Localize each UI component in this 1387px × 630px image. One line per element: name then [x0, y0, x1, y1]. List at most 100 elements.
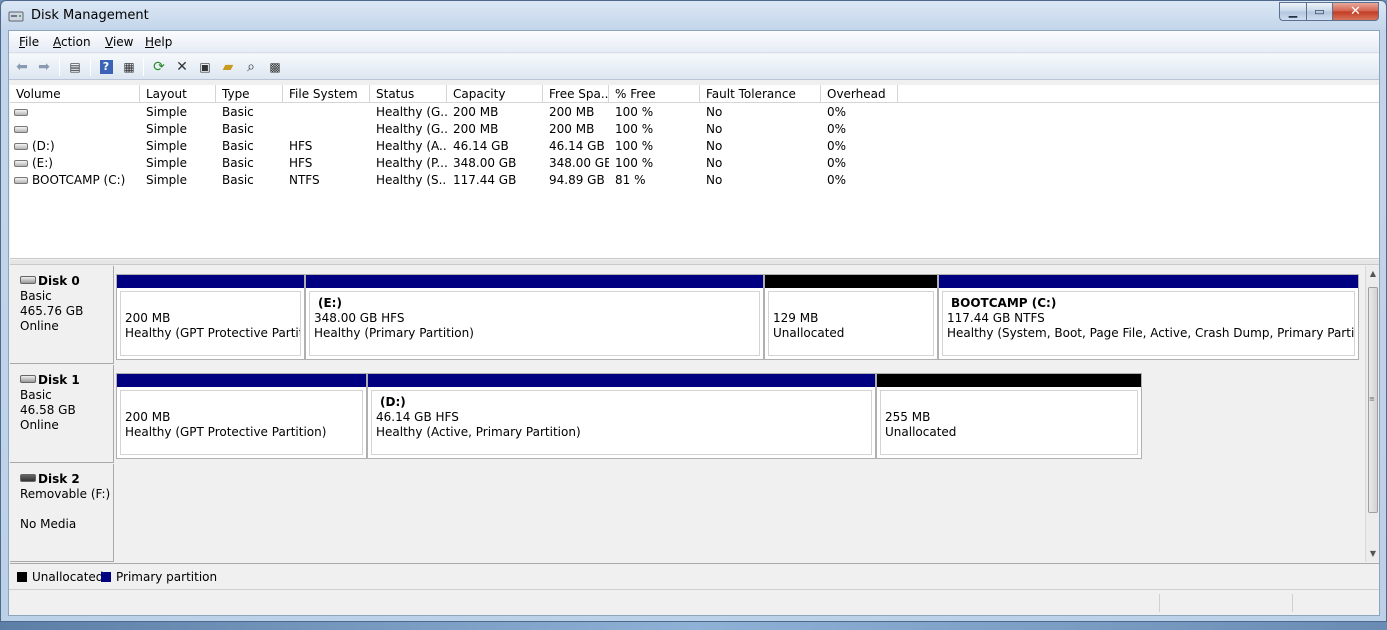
volume-cell: No — [706, 122, 723, 136]
disk-label[interactable]: Disk 0 Basic 465.76 GB Online — [10, 266, 114, 364]
volume-cell: Basic — [222, 122, 254, 136]
back-button[interactable]: ⬅ — [13, 58, 31, 76]
column-header[interactable]: Type — [216, 85, 283, 103]
partition-details: 129 MB Unallocated — [768, 291, 934, 356]
partition-color-bar — [306, 275, 763, 288]
partition-status: Healthy (Active, Primary Partition) — [376, 425, 581, 439]
menu-action[interactable]: Action — [53, 35, 91, 49]
partition-size: 200 MB — [125, 410, 171, 424]
pane-splitter[interactable] — [10, 260, 1379, 265]
volume-cell: 200 MB — [549, 105, 595, 119]
status-bar — [9, 589, 1379, 615]
partition-spacer — [773, 296, 933, 306]
disk-size — [20, 502, 113, 517]
disk-icon — [20, 375, 36, 383]
volume-row[interactable]: (E:) Simple Basic HFS Healthy (P... 348.00 GB… — [10, 155, 1379, 172]
volume-row[interactable]: (D:) Simple Basic HFS Healthy (A... 46.14 GB 4… — [10, 138, 1379, 155]
volume-icon — [14, 177, 28, 184]
column-header[interactable]: Layout — [140, 85, 216, 103]
volume-name-cell: (D:) — [10, 138, 140, 155]
volume-icon — [14, 126, 28, 133]
status-divider — [1159, 594, 1160, 612]
volume-row[interactable]: Simple Basic Healthy (G... 200 MB 200 MB 100 … — [10, 104, 1379, 121]
volume-list[interactable]: Volume Layout Type File System Status Capacit… — [10, 85, 1379, 259]
delete-button[interactable]: ✕ — [173, 58, 191, 76]
column-header[interactable]: Overhead — [821, 85, 898, 103]
disk-label[interactable]: Disk 1 Basic 46.58 GB Online — [10, 365, 114, 463]
help-button[interactable]: ? — [97, 58, 115, 76]
minimize-button[interactable]: ▁ — [1279, 2, 1306, 21]
volume-cell: 0% — [827, 122, 847, 136]
disk-size: 465.76 GB — [20, 304, 84, 318]
title-bar[interactable]: Disk Management ▁ ▭ ✕ — [1, 1, 1386, 31]
toolbar-separator — [59, 58, 60, 76]
disk-type: Basic — [20, 388, 52, 402]
window-title: Disk Management — [31, 8, 149, 23]
volume-cell: 100 % — [615, 156, 654, 170]
volume-cell: Simple — [146, 156, 187, 170]
volume-name: (E:) — [32, 156, 53, 170]
volume-row[interactable]: Simple Basic Healthy (G... 200 MB 200 MB 100 … — [10, 121, 1379, 138]
disk-type: Basic — [20, 289, 52, 303]
partition-block[interactable]: BOOTCAMP (C:) 117.44 GB NTFS Healthy (Syst… — [938, 274, 1359, 360]
column-header[interactable]: Capacity — [447, 85, 543, 103]
partition-details: 200 MB Healthy (GPT Protective Partition) — [120, 390, 363, 455]
partition-name: BOOTCAMP (C:) — [951, 296, 1057, 310]
volume-cell: Healthy (G... — [376, 122, 447, 136]
action-pane-button[interactable]: ▦ — [120, 58, 138, 76]
disk-row: Disk 0 Basic 465.76 GB Online 200 MB Healthy … — [10, 266, 1365, 364]
unallocated-region[interactable]: 129 MB Unallocated — [764, 274, 938, 360]
column-header[interactable]: Free Spa... — [543, 85, 609, 103]
partition-block[interactable]: 200 MBHealthy (GPT Protective Partition — [116, 274, 305, 360]
disk-icon — [20, 276, 36, 284]
column-header[interactable]: Status — [370, 85, 447, 103]
disk-properties-button[interactable]: ▩ — [266, 58, 284, 76]
partition-block[interactable]: (E:) 348.00 GB HFS Healthy (Primary Partit… — [305, 274, 764, 360]
toolbar-separator — [143, 58, 144, 76]
volume-cell: 94.89 GB — [549, 173, 605, 187]
maximize-button[interactable]: ▭ — [1306, 2, 1332, 21]
close-button[interactable]: ✕ — [1332, 2, 1379, 21]
forward-button[interactable]: ➡ — [35, 58, 53, 76]
rescan-disks-icon: ⌕ — [247, 59, 255, 75]
partition-details: 255 MB Unallocated — [880, 390, 1138, 455]
partition-color-bar — [939, 275, 1358, 288]
menu-file[interactable]: File — [19, 35, 39, 49]
refresh-button[interactable]: ⟳ — [150, 58, 168, 76]
delete-icon: ✕ — [176, 59, 188, 75]
partition-status: Unallocated — [885, 425, 957, 439]
column-header[interactable]: % Free — [609, 85, 700, 103]
properties-button[interactable]: ▣ — [196, 58, 214, 76]
volume-row[interactable]: BOOTCAMP (C:) Simple Basic NTFS Healthy (S..… — [10, 172, 1379, 189]
scroll-down-icon[interactable]: ▼ — [1366, 547, 1380, 561]
rescan-disks-button[interactable]: ⌕ — [242, 58, 260, 76]
show-hide-action-pane-icon: ▦ — [123, 60, 135, 74]
partition-spacer — [885, 395, 1137, 405]
volume-cell: No — [706, 105, 723, 119]
scrollbar-grip-icon: ≡ — [1369, 395, 1375, 403]
volume-cell: Basic — [222, 173, 254, 187]
open-button[interactable]: ▰ — [219, 58, 237, 76]
disk-name: Disk 1 — [38, 373, 80, 387]
disk-label[interactable]: Disk 2 Removable (F:) No Media — [10, 464, 114, 562]
column-header[interactable]: File System — [283, 85, 370, 103]
console-tree-button[interactable]: ▤ — [66, 58, 84, 76]
column-header[interactable]: Fault Tolerance — [700, 85, 821, 103]
disk-view-scrollbar[interactable]: ▲ ≡ ▼ — [1365, 266, 1379, 562]
volume-icon — [14, 109, 28, 116]
volume-cell: Simple — [146, 173, 187, 187]
partition-block[interactable]: 200 MB Healthy (GPT Protective Partition) — [116, 373, 367, 459]
volume-cell: 0% — [827, 105, 847, 119]
scroll-up-icon[interactable]: ▲ — [1366, 267, 1380, 281]
partition-block[interactable]: (D:) 46.14 GB HFS Healthy (Active, Primary… — [367, 373, 876, 459]
partition-details: BOOTCAMP (C:) 117.44 GB NTFS Healthy (Syst… — [942, 291, 1355, 356]
volume-cell: Healthy (A... — [376, 139, 447, 153]
partition-size: 200 MB — [125, 311, 171, 325]
menu-view[interactable]: View — [105, 35, 133, 49]
menu-help[interactable]: Help — [145, 35, 172, 49]
column-header[interactable]: Volume — [10, 85, 140, 103]
unallocated-region[interactable]: 255 MB Unallocated — [876, 373, 1142, 459]
volume-cell: 100 % — [615, 122, 654, 136]
volume-cell: 200 MB — [549, 122, 595, 136]
volume-cell: 100 % — [615, 105, 654, 119]
